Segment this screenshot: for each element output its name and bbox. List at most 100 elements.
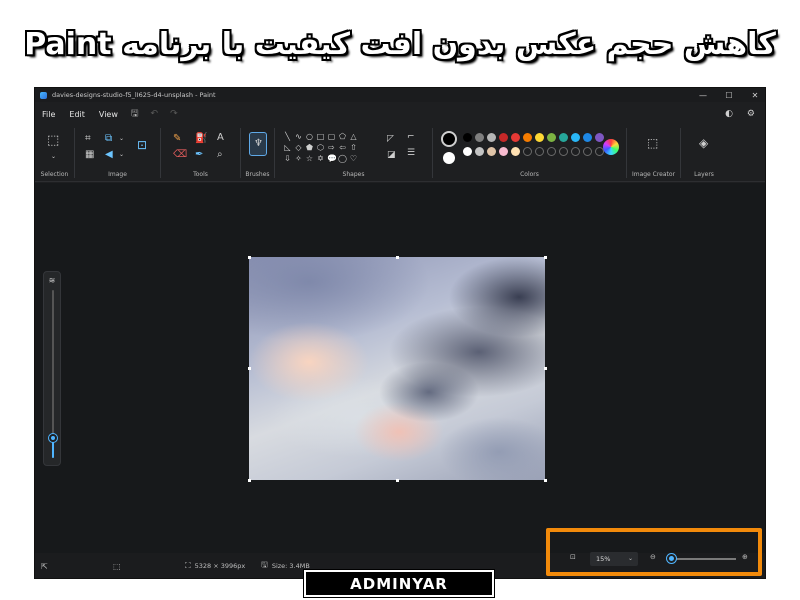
color-swatch[interactable] (475, 133, 484, 142)
menu-file[interactable]: File (42, 110, 55, 119)
triangle-shape-icon[interactable]: △ (349, 132, 358, 141)
eraser-icon[interactable]: ⌫ (173, 150, 187, 160)
polygon-shape-icon[interactable]: ⬠ (338, 132, 347, 141)
disk-icon: 🖫 (261, 560, 268, 569)
star5-shape-icon[interactable]: ☆ (305, 154, 314, 163)
color-swatch[interactable] (487, 133, 496, 142)
empty-color-swatch[interactable] (559, 147, 568, 156)
redo-icon[interactable]: ↷ (170, 109, 178, 119)
resize-handle-bottom-left[interactable] (248, 479, 251, 482)
minimize-button[interactable]: — (699, 91, 707, 100)
zoom-level-select[interactable]: 15% ⌄ (590, 552, 638, 566)
chevron-down-icon[interactable]: ⌄ (51, 152, 56, 162)
callout-round-shape-icon[interactable]: 💬 (327, 154, 337, 163)
color-swatch[interactable] (499, 147, 508, 156)
canvas-area[interactable]: ≋ (35, 183, 765, 553)
color-swatch[interactable] (487, 147, 496, 156)
shape-outline-icon[interactable]: ◸ (387, 134, 394, 144)
color-swatch[interactable] (571, 133, 580, 142)
settings-gear-icon[interactable]: ⚙ (747, 109, 755, 119)
rectangle-shape-icon[interactable]: □ (316, 132, 325, 141)
color-swatch[interactable] (535, 133, 544, 142)
hexagon-shape-icon[interactable]: ⬡ (316, 143, 325, 152)
color-swatch[interactable] (499, 133, 508, 142)
edit-colors-icon[interactable] (603, 139, 619, 155)
brush-button[interactable]: ♆ (249, 132, 267, 156)
oval-shape-icon[interactable]: ○ (305, 132, 314, 141)
pencil-icon[interactable]: ✎ (173, 134, 181, 144)
remove-background-icon[interactable]: ⊡ (137, 139, 147, 151)
image-icon[interactable]: ▦ (85, 150, 94, 160)
fit-to-window-icon[interactable]: ⊡ (570, 553, 576, 561)
color-swatch[interactable] (595, 133, 604, 142)
resize-handle-top-left[interactable] (248, 256, 251, 259)
magnifier-icon[interactable]: ⌕ (217, 150, 223, 160)
line-shape-icon[interactable]: ╲ (283, 132, 292, 141)
vertical-zoom-thumb[interactable] (49, 433, 57, 442)
shape-fill-icon[interactable]: ◪ (387, 150, 396, 160)
resize-handle-left[interactable] (248, 367, 251, 370)
arrow-left-shape-icon[interactable]: ⇦ (338, 143, 347, 152)
save-icon[interactable]: 🖫 (131, 106, 139, 122)
menu-view[interactable]: View (99, 110, 118, 119)
empty-color-swatch[interactable] (547, 147, 556, 156)
color-swatch[interactable] (463, 133, 472, 142)
resize-handle-top[interactable] (396, 256, 399, 259)
resize-handle-top-right[interactable] (544, 256, 547, 259)
zoom-slider-track[interactable] (667, 554, 736, 563)
color-swatch[interactable] (523, 133, 532, 142)
image-creator-icon[interactable]: ⬚ (647, 137, 658, 149)
empty-color-swatch[interactable] (535, 147, 544, 156)
color-swatch[interactable] (511, 133, 520, 142)
selection-rectangle-icon[interactable]: ⬚ (47, 134, 59, 147)
pentagon-shape-icon[interactable]: ⬟ (305, 143, 314, 152)
resize-handle-bottom[interactable] (396, 479, 399, 482)
zoom-slider-thumb[interactable] (667, 554, 677, 563)
star6-shape-icon[interactable]: ✡ (316, 154, 325, 163)
callout-oval-shape-icon[interactable]: ◯ (338, 154, 347, 163)
arrow-down-shape-icon[interactable]: ⇩ (283, 154, 292, 163)
color-swatch[interactable] (463, 147, 472, 156)
zoom-in-icon[interactable]: ⊕ (742, 553, 748, 561)
color-swatch[interactable] (559, 133, 568, 142)
arrow-right-shape-icon[interactable]: ⇨ (327, 143, 336, 152)
text-icon[interactable]: A (217, 133, 224, 143)
line-size-icon[interactable]: ☰ (407, 148, 415, 158)
arrow-up-shape-icon[interactable]: ⇧ (349, 143, 358, 152)
curve-shape-icon[interactable]: ∿ (294, 132, 303, 141)
undo-icon[interactable]: ↶ (151, 109, 159, 119)
secondary-color-swatch[interactable] (443, 152, 455, 164)
color-swatch[interactable] (547, 133, 556, 142)
close-button[interactable]: ✕ (751, 91, 759, 100)
maximize-button[interactable]: ☐ (725, 91, 733, 100)
color-swatch[interactable] (583, 133, 592, 142)
crop-icon[interactable]: ⌗ (85, 134, 91, 144)
outline-style-icon[interactable]: ⌐ (407, 132, 415, 142)
color-swatch[interactable] (511, 147, 520, 156)
chevron-down-icon[interactable]: ⌄ (119, 150, 124, 160)
vertical-zoom-track[interactable] (52, 290, 54, 458)
rotate-icon[interactable]: ◀ (105, 150, 113, 160)
chevron-down-icon[interactable]: ⌄ (119, 134, 124, 144)
rounded-rectangle-shape-icon[interactable]: ▢ (327, 132, 336, 141)
empty-color-swatch[interactable] (571, 147, 580, 156)
layers-icon[interactable]: ◈ (699, 137, 708, 149)
color-picker-icon[interactable]: ✒ (195, 150, 203, 160)
right-triangle-shape-icon[interactable]: ◺ (283, 143, 292, 152)
resize-handle-right[interactable] (544, 367, 547, 370)
star4-shape-icon[interactable]: ✧ (294, 154, 303, 163)
primary-color-swatch[interactable] (441, 131, 457, 147)
zoom-out-icon[interactable]: ⊖ (650, 553, 656, 561)
resize-icon[interactable]: ⧉ (105, 134, 112, 144)
diamond-shape-icon[interactable]: ◇ (294, 143, 303, 152)
canvas-image[interactable] (249, 257, 545, 480)
resize-handle-bottom-right[interactable] (544, 479, 547, 482)
empty-color-swatch[interactable] (583, 147, 592, 156)
account-icon[interactable]: ◐ (725, 109, 733, 119)
vertical-zoom-slider[interactable]: ≋ (43, 271, 61, 466)
fill-bucket-icon[interactable]: ⛽ (195, 134, 207, 144)
heart-shape-icon[interactable]: ♡ (349, 154, 358, 163)
color-swatch[interactable] (475, 147, 484, 156)
menu-edit[interactable]: Edit (69, 110, 85, 119)
empty-color-swatch[interactable] (523, 147, 532, 156)
